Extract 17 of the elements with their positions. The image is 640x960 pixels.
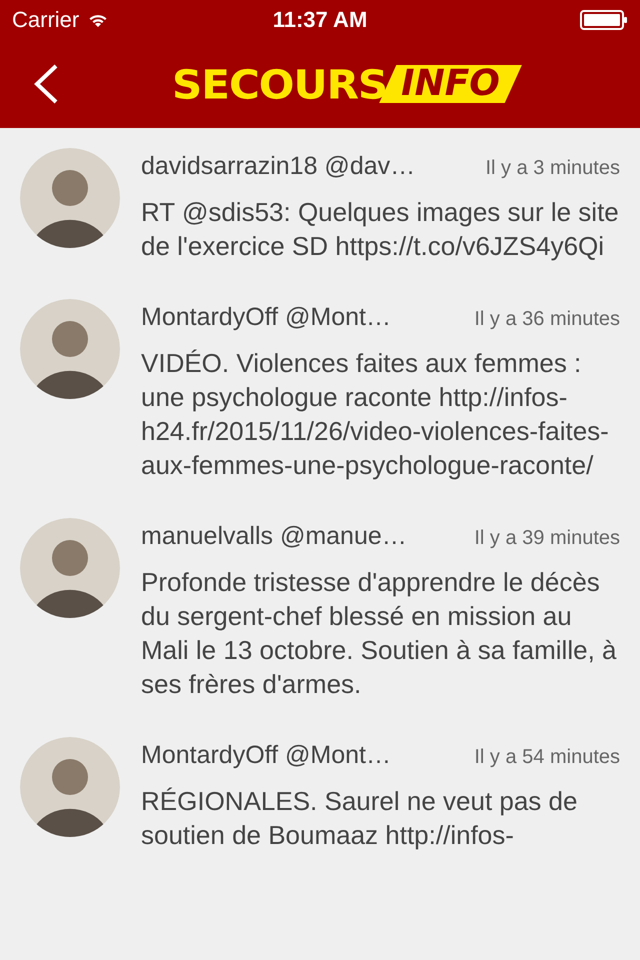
battery-icon [580,10,628,30]
tweet-time: Il y a 3 minutes [485,157,620,180]
author-name: davidsarrazin18 @dav… [141,152,416,181]
wifi-icon [87,12,110,28]
tweet-text: VIDÉO. Violences faites aux femmes : une psychologue raconte http://infos-h24.fr/2015/11/26/video-violences-faites-aux-femmes-une-psychologue-raconte/ [141,347,610,482]
author-name: MontardyOff @Mont… [141,303,391,332]
tweet-text: Profonde tristesse d'apprendre le décès du sergent-chef blessé en mission au Mali le 13 octobre. Soutien à sa famille, à ses frères d'armes. [141,566,618,701]
back-icon[interactable] [32,64,60,104]
author-name: MontardyOff @Mont… [141,741,391,770]
tweet-time: Il y a 54 minutes [474,746,620,769]
tweet-text: RÉGIONALES. Saurel ne veut pas de soutien de Boumaaz http://infos- [141,785,578,852]
tweet-text: RT @sdis53: Quelques images sur le site de l'exercice SD https://t.co/v6JZS4y6Qi [141,196,620,263]
tweet-time: Il y a 39 minutes [474,527,620,550]
tweet-time: Il y a 36 minutes [474,308,620,331]
author-name: manuelvalls @manue… [141,522,407,551]
carrier-name: Carrier [12,7,80,33]
status-time: 11:37 AM [272,7,368,33]
